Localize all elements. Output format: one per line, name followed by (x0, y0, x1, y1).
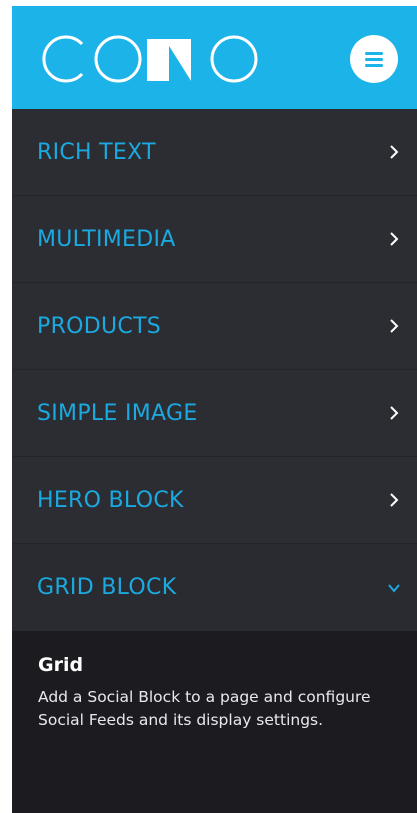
nav-item-products[interactable]: PRODUCTS (12, 283, 417, 370)
chevron-right-icon (390, 493, 399, 507)
chevron-down-icon (388, 583, 400, 593)
nav-item-rich-text[interactable]: RICH TEXT (12, 109, 417, 196)
chevron-right-icon (390, 406, 399, 420)
nav-item-label: GRID BLOCK (37, 575, 177, 600)
menu-button[interactable] (350, 35, 398, 83)
como-logo[interactable] (38, 34, 258, 84)
nav-item-simple-image[interactable]: SIMPLE IMAGE (12, 370, 417, 457)
panel-description: Add a Social Block to a page and configu… (38, 688, 371, 729)
app-frame: RICH TEXT MULTIMEDIA PRODUCTS SIMPLE IMA… (12, 6, 417, 813)
nav-item-label: RICH TEXT (37, 139, 156, 165)
nav-item-hero-block[interactable]: HERO BLOCK (12, 457, 417, 544)
nav-item-multimedia[interactable]: MULTIMEDIA (12, 196, 417, 283)
header-bar (12, 6, 417, 109)
nav-item-label: HERO BLOCK (37, 487, 184, 513)
nav-item-label: PRODUCTS (37, 313, 162, 339)
chevron-right-icon (390, 232, 399, 246)
block-type-nav: RICH TEXT MULTIMEDIA PRODUCTS SIMPLE IMA… (12, 109, 417, 631)
chevron-right-icon (390, 319, 399, 333)
hamburger-menu-icon (365, 52, 383, 67)
nav-item-label: MULTIMEDIA (37, 226, 176, 252)
nav-item-label: SIMPLE IMAGE (37, 400, 198, 426)
panel-title: Grid (38, 654, 84, 676)
nav-item-grid-block[interactable]: GRID BLOCK (12, 544, 417, 631)
chevron-right-icon (390, 145, 399, 159)
grid-block-panel: Grid Add a Social Block to a page and co… (12, 632, 417, 813)
